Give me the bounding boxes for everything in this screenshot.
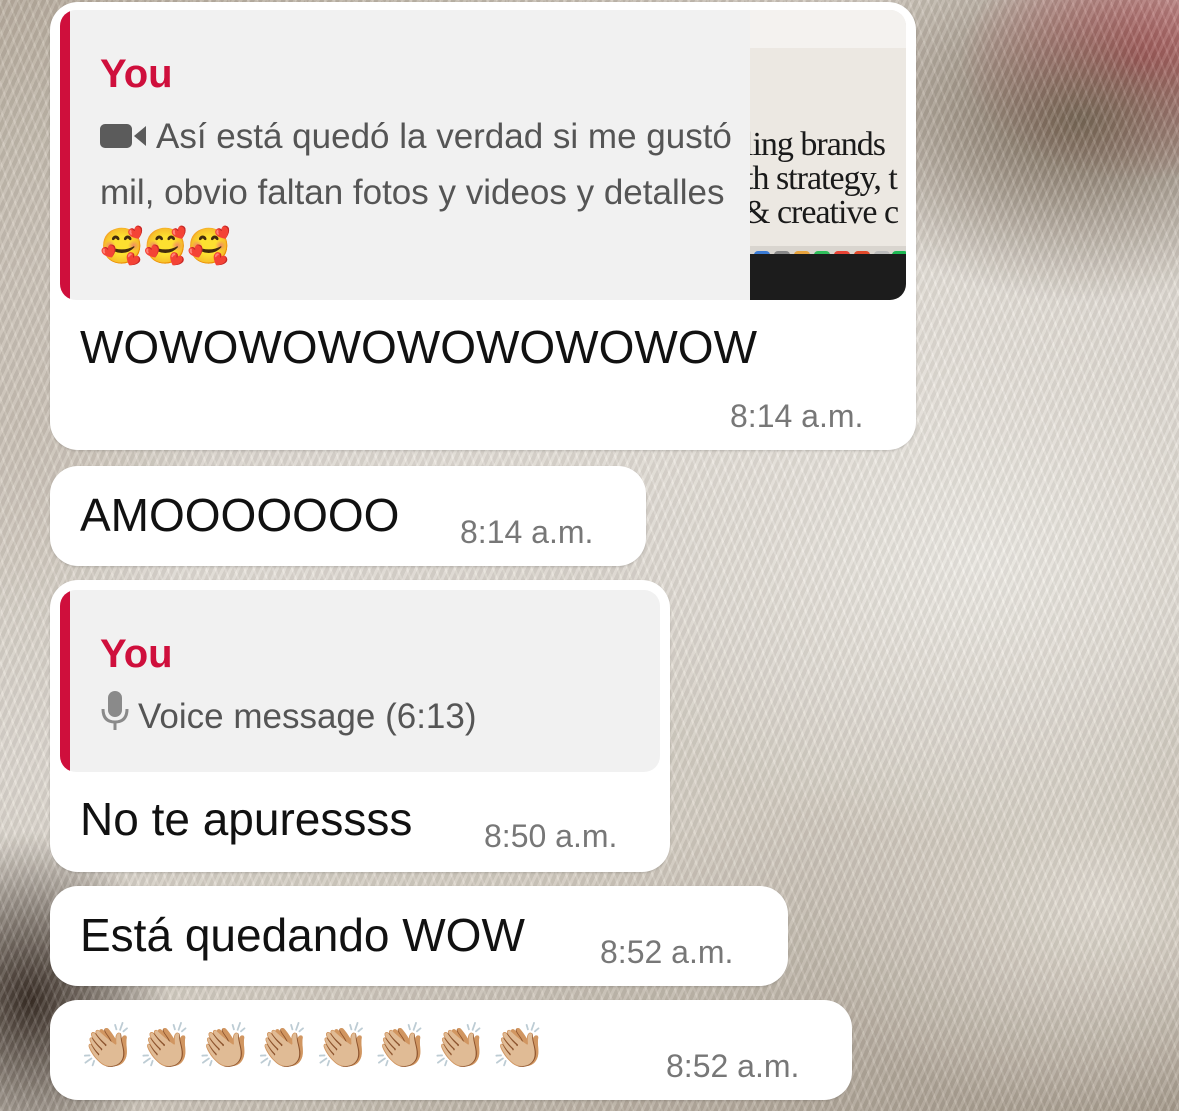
- message-bubble[interactable]: 👏🏼👏🏼👏🏼👏🏼👏🏼👏🏼👏🏼👏🏼 8:52 a.m.: [50, 1000, 852, 1100]
- message-text: WOWOWOWOWOWOWOWOW: [80, 321, 757, 373]
- message-text: 👏🏼👏🏼👏🏼👏🏼👏🏼👏🏼👏🏼👏🏼: [80, 1021, 551, 1072]
- message-bubble[interactable]: You Así está quedó la verdad si me gustó…: [50, 2, 916, 450]
- reply-text: Así está quedó la verdad si me gustó mil…: [100, 110, 740, 274]
- reply-accent-bar: [60, 590, 70, 772]
- message-text: No te apuressss: [80, 793, 413, 845]
- reply-quote[interactable]: You Voice message (6:13): [60, 590, 660, 772]
- reply-thumbnail[interactable]: ling brands th strategy, t & creative c: [750, 10, 906, 300]
- message-time: 8:14 a.m.: [730, 398, 864, 434]
- thumbnail-browser-bar: [750, 10, 906, 49]
- message-text: Está quedando WOW: [80, 909, 525, 961]
- reply-author: You: [100, 632, 173, 676]
- message-bubble[interactable]: You Voice message (6:13) No te apuressss…: [50, 580, 670, 872]
- reply-text-content: Así está quedó la verdad si me gustó mil…: [100, 117, 732, 266]
- reply-author: You: [100, 52, 173, 96]
- message-text: AMOOOOOOO: [80, 489, 400, 541]
- message-time: 8:52 a.m.: [600, 934, 734, 970]
- message-bubble[interactable]: AMOOOOOOO 8:14 a.m.: [50, 466, 646, 566]
- thumbnail-headline: ling brands th strategy, t & creative c: [750, 126, 899, 231]
- reply-text-content: Voice message (6:13): [138, 697, 477, 736]
- reply-quote[interactable]: You Así está quedó la verdad si me gustó…: [60, 10, 906, 300]
- thumbnail-dock: [750, 254, 906, 300]
- message-bubble[interactable]: Está quedando WOW 8:52 a.m.: [50, 886, 788, 986]
- video-camera-icon: [100, 112, 146, 166]
- message-time: 8:50 a.m.: [484, 818, 618, 854]
- reply-text: Voice message (6:13): [100, 690, 640, 747]
- message-time: 8:14 a.m.: [460, 514, 594, 550]
- microphone-icon: [100, 690, 130, 747]
- reply-accent-bar: [60, 10, 70, 300]
- message-time: 8:52 a.m.: [666, 1048, 800, 1084]
